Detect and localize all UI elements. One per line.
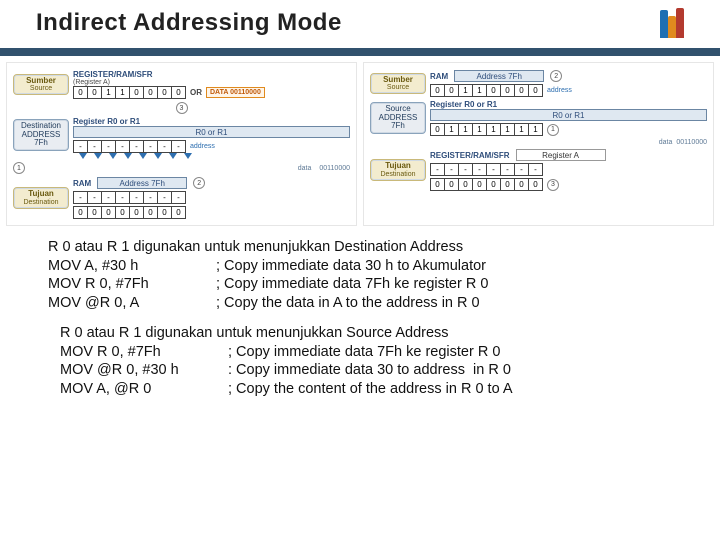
logo bbox=[660, 8, 684, 38]
diagram-left: Sumber Source REGISTER/RAM/SFR (Register… bbox=[6, 62, 357, 226]
circle-3a: 3 bbox=[176, 102, 188, 114]
para2-heading: R 0 atau R 1 digunakan untuk menunjukkan… bbox=[60, 324, 684, 343]
data-box-00110000: DATA 00110000 bbox=[206, 87, 265, 98]
caption-register-sfr: REGISTER/RAM/SFR bbox=[73, 70, 153, 79]
bits-zeros-r: 00000000 bbox=[430, 178, 543, 191]
bits-zeros: 00000000 bbox=[73, 206, 186, 219]
circle-1r: 1 bbox=[547, 124, 559, 136]
label-src-addr-7f: Source ADDRESS 7Fh bbox=[375, 105, 421, 130]
bits-dashes-2: -------- bbox=[73, 191, 186, 204]
hint-data-r: data bbox=[659, 139, 673, 146]
bits-addr7F-r: 01111111 bbox=[430, 123, 543, 136]
circle-1: 1 bbox=[13, 162, 25, 174]
hint-data-hex-r: 00110000 bbox=[676, 139, 707, 146]
label-tujuan: Tujuan bbox=[18, 190, 64, 198]
header: Indirect Addressing Mode bbox=[0, 0, 720, 44]
bar-register-a-r: Register A bbox=[516, 149, 606, 161]
diagrams: Sumber Source REGISTER/RAM/SFR (Register… bbox=[0, 56, 720, 226]
caption-ram-r: RAM bbox=[430, 72, 448, 81]
badge-tujuan-dest-r: Tujuan Destination bbox=[370, 159, 426, 181]
circle-2: 2 bbox=[193, 177, 205, 189]
circle-3r: 3 bbox=[547, 179, 559, 191]
para2-line-2: MOV @R 0, #30 h: Copy immediate data 30 … bbox=[60, 361, 684, 380]
badge-sumber-source-r: Sumber Source bbox=[370, 73, 426, 95]
hint-data-1: data bbox=[298, 165, 312, 172]
para1-line-3: MOV @R 0, A; Copy the data in A to the a… bbox=[48, 294, 684, 313]
label-dest-addr-7f: Destination ADDRESS 7Fh bbox=[18, 122, 64, 147]
label-source: Source bbox=[18, 85, 64, 92]
caption-r0r1-r: Register R0 or R1 bbox=[430, 100, 497, 109]
or-label: OR bbox=[190, 88, 202, 97]
caption-r0r1: Register R0 or R1 bbox=[73, 117, 140, 126]
caption-register-a: (Register A) bbox=[73, 79, 110, 86]
bits-dashes-r: -------- bbox=[430, 163, 543, 176]
badge-sumber-source: Sumber Source bbox=[13, 74, 69, 96]
label-sumber: Sumber bbox=[18, 77, 64, 85]
hint-data-hex-1: 00110000 bbox=[319, 165, 350, 172]
slide-title: Indirect Addressing Mode bbox=[36, 9, 342, 37]
logo-bar-blue bbox=[660, 10, 668, 38]
paragraph-2: R 0 atau R 1 digunakan untuk menunjukkan… bbox=[0, 312, 720, 398]
arrows-1 bbox=[13, 153, 350, 159]
caption-ram: RAM bbox=[73, 179, 91, 188]
badge-dest-addr: Destination ADDRESS 7Fh bbox=[13, 119, 69, 150]
badge-tujuan-dest: Tujuan Destination bbox=[13, 187, 69, 209]
bits-ram-addr-r: 00110000 bbox=[430, 84, 543, 97]
para1-line-2: MOV R 0, #7Fh; Copy immediate data 7Fh k… bbox=[48, 275, 684, 294]
bar-addr7fh: Address 7Fh bbox=[97, 177, 187, 189]
para1-heading: R 0 atau R 1 digunakan untuk menunjukkan… bbox=[48, 238, 684, 257]
data-label: DATA 00110000 bbox=[210, 89, 261, 96]
badge-src-addr: Source ADDRESS 7Fh bbox=[370, 102, 426, 133]
bar-r0r1: R0 or R1 bbox=[73, 126, 350, 138]
paragraph-1: R 0 atau R 1 digunakan untuk menunjukkan… bbox=[0, 226, 720, 312]
slide: Indirect Addressing Mode Sumber Source R… bbox=[0, 0, 720, 540]
side-address-1: address bbox=[190, 143, 215, 150]
logo-bar-red bbox=[676, 8, 684, 38]
logo-bar-orange bbox=[668, 16, 676, 38]
para2-line-3: MOV A, @R 0; Copy the content of the add… bbox=[60, 380, 684, 399]
caption-register-sfr-r: REGISTER/RAM/SFR bbox=[430, 151, 510, 160]
bits-A30h: 00110000 bbox=[73, 86, 186, 99]
side-address-r1: address bbox=[547, 87, 572, 94]
bits-dashes-1: -------- bbox=[73, 140, 186, 153]
para1-line-1: MOV A, #30 h; Copy immediate data 30 h t… bbox=[48, 257, 684, 276]
header-rule bbox=[0, 48, 720, 56]
label-destination: Destination bbox=[18, 199, 64, 206]
diagram-right: Sumber Source RAM Address 7Fh 2 00110000… bbox=[363, 62, 714, 226]
para2-line-1: MOV R 0, #7Fh; Copy immediate data 7Fh k… bbox=[60, 343, 684, 362]
bar-addr7fh-r: Address 7Fh bbox=[454, 70, 544, 82]
bar-r0r1-r: R0 or R1 bbox=[430, 109, 707, 121]
circle-2r: 2 bbox=[550, 70, 562, 82]
